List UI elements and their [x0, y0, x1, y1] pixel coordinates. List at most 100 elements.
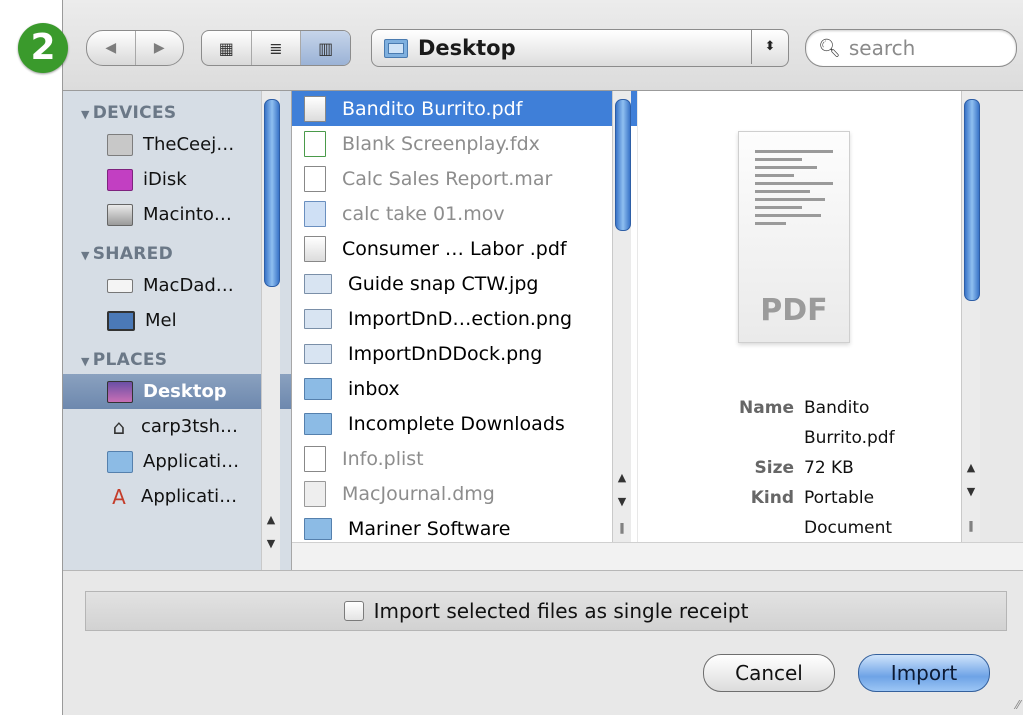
- file-row[interactable]: ImportDnDDock.png: [292, 336, 637, 371]
- size-value: 72 KB: [804, 458, 854, 478]
- popup-arrows-icon: ⬍: [751, 30, 788, 64]
- fdx-icon: [304, 130, 326, 157]
- places-header[interactable]: ▼ PLACES: [81, 350, 291, 370]
- sidebar-item-computer[interactable]: TheCeej…: [63, 127, 291, 162]
- name-value: Bandito: [804, 398, 870, 418]
- file-row[interactable]: Bandito Burrito.pdf: [292, 91, 637, 126]
- resize-grip-icon[interactable]: ⁄⁄: [1016, 698, 1020, 712]
- sidebar: ▼ DEVICES TheCeej… iDisk Macinto… ▼ SHARED…: [63, 91, 292, 570]
- sidebar-item-applications[interactable]: A Applicati…: [63, 479, 291, 514]
- sidebar-item-home[interactable]: ⌂ carp3tsh…: [63, 409, 291, 444]
- sidebar-item-applications-folder[interactable]: Applicati…: [63, 444, 291, 479]
- hard-drive-icon: [107, 203, 133, 226]
- single-receipt-checkbox[interactable]: [343, 601, 364, 621]
- single-receipt-label[interactable]: Import selected files as single receipt: [374, 599, 749, 623]
- shared-header[interactable]: ▼ SHARED: [81, 244, 291, 264]
- home-icon: ⌂: [112, 414, 126, 439]
- column-resize-handle[interactable]: ‖: [962, 519, 980, 532]
- preview-scrollbar[interactable]: ▲ ▼ ‖: [961, 91, 980, 542]
- file-row[interactable]: Calc Sales Report.mar: [292, 161, 637, 196]
- search-icon: 🔍︎: [818, 37, 841, 59]
- sidebar-item-hard-drive[interactable]: Macinto…: [63, 197, 291, 232]
- list-view-button[interactable]: ≣: [250, 31, 301, 65]
- icon-view-icon: ▦: [218, 38, 234, 58]
- file-column-scroll-thumb[interactable]: [615, 99, 631, 231]
- list-view-icon: ≣: [269, 38, 283, 58]
- preview-scroll-thumb[interactable]: [964, 99, 980, 301]
- file-name: Calc Sales Report.mar: [342, 167, 553, 190]
- idisk-icon: [107, 168, 133, 191]
- image-icon: [304, 343, 332, 364]
- file-row[interactable]: Incomplete Downloads▶: [292, 406, 637, 441]
- file-row[interactable]: Guide snap CTW.jpg: [292, 266, 637, 301]
- sidebar-item-mel[interactable]: Mel: [63, 303, 291, 338]
- options-bar: Import selected files as single receipt: [85, 591, 1007, 631]
- applications-icon: A: [112, 484, 126, 509]
- search-input[interactable]: [846, 35, 1001, 61]
- pdf-icon: [304, 95, 326, 122]
- back-button[interactable]: ◀: [87, 31, 135, 65]
- scroll-down-arrow-icon[interactable]: ▼: [262, 537, 280, 550]
- document-icon: [304, 165, 326, 192]
- computer-icon: [107, 133, 133, 156]
- file-name: ImportDnDDock.png: [348, 342, 543, 365]
- view-mode-control: ▦ ≣ ▥: [201, 30, 351, 66]
- receipt-text-lines: [755, 150, 833, 230]
- file-name: Bandito Burrito.pdf: [342, 97, 523, 120]
- location-label: Desktop: [418, 36, 516, 60]
- file-row[interactable]: calc take 01.mov: [292, 196, 637, 231]
- file-row[interactable]: MacJournal.dmg: [292, 476, 637, 511]
- scroll-down-arrow-icon[interactable]: ▼: [613, 495, 631, 508]
- scroll-up-arrow-icon[interactable]: ▲: [613, 471, 631, 484]
- column-view-button[interactable]: ▥: [300, 31, 350, 65]
- icon-view-button[interactable]: ▦: [202, 31, 251, 65]
- movie-icon: [304, 200, 326, 227]
- sidebar-item-desktop[interactable]: Desktop: [63, 374, 291, 409]
- back-arrow-icon: ◀: [105, 40, 117, 56]
- document-icon: [304, 445, 326, 472]
- image-icon: [304, 308, 332, 329]
- search-field[interactable]: 🔍︎: [805, 29, 1017, 67]
- file-name: Info.plist: [342, 447, 424, 470]
- desktop-folder-icon: [384, 38, 408, 58]
- import-dialog: ◀ ▶ ▦ ≣ ▥ Desktop ⬍ 🔍︎ ▼DEVICES TheCeej……: [62, 0, 1023, 715]
- pdf-label: PDF: [760, 293, 828, 328]
- devices-header[interactable]: ▼ DEVICES: [81, 103, 291, 123]
- desktop-icon: [107, 380, 133, 403]
- monitor-icon: [107, 310, 135, 331]
- forward-button[interactable]: ▶: [134, 31, 184, 65]
- file-row[interactable]: Consumer … Labor .pdf: [292, 231, 637, 266]
- folder-icon: [107, 450, 133, 473]
- scroll-up-arrow-icon[interactable]: ▲: [262, 513, 280, 526]
- file-row[interactable]: Mariner Software▶: [292, 511, 637, 542]
- file-name: Guide snap CTW.jpg: [348, 272, 539, 295]
- column-resize-handle[interactable]: ‖: [613, 521, 631, 534]
- file-name: ImportDnD…ection.png: [348, 307, 573, 330]
- disk-image-icon: [304, 480, 326, 507]
- file-row[interactable]: inbox▶: [292, 371, 637, 406]
- file-column: Bandito Burrito.pdf Blank Screenplay.fdx C…: [292, 91, 637, 542]
- sidebar-scroll-thumb[interactable]: [264, 99, 280, 287]
- disclosure-triangle-icon: ▼: [81, 355, 90, 368]
- cancel-button[interactable]: Cancel: [703, 654, 835, 692]
- file-info: Name Bandito Burrito.pdf Size 72 KB Kind Po…: [638, 393, 961, 543]
- image-icon: [304, 273, 332, 294]
- file-column-scrollbar[interactable]: ▲ ▼ ‖: [612, 91, 631, 542]
- sidebar-item-idisk[interactable]: iDisk: [63, 162, 291, 197]
- file-name: Blank Screenplay.fdx: [342, 132, 540, 155]
- sidebar-item-macdad[interactable]: MacDad…: [63, 268, 291, 303]
- kind-value-cont: Document: [804, 518, 893, 538]
- scroll-down-arrow-icon[interactable]: ▼: [962, 485, 980, 498]
- file-name: MacJournal.dmg: [342, 482, 495, 505]
- dialog-footer: Import selected files as single receipt …: [63, 570, 1023, 715]
- sidebar-scrollbar[interactable]: ▲ ▼: [261, 91, 280, 570]
- preview-column: PDF Name Bandito Burrito.pdf Size 72 KB Ki…: [638, 91, 961, 542]
- file-row[interactable]: Info.plist: [292, 441, 637, 476]
- location-popup[interactable]: Desktop ⬍: [371, 29, 789, 67]
- scroll-up-arrow-icon[interactable]: ▲: [962, 461, 980, 474]
- file-row[interactable]: ImportDnD…ection.png: [292, 301, 637, 336]
- file-row[interactable]: Blank Screenplay.fdx: [292, 126, 637, 161]
- forward-arrow-icon: ▶: [153, 40, 165, 56]
- import-button[interactable]: Import: [858, 654, 990, 692]
- back-forward-control: ◀ ▶: [86, 30, 184, 66]
